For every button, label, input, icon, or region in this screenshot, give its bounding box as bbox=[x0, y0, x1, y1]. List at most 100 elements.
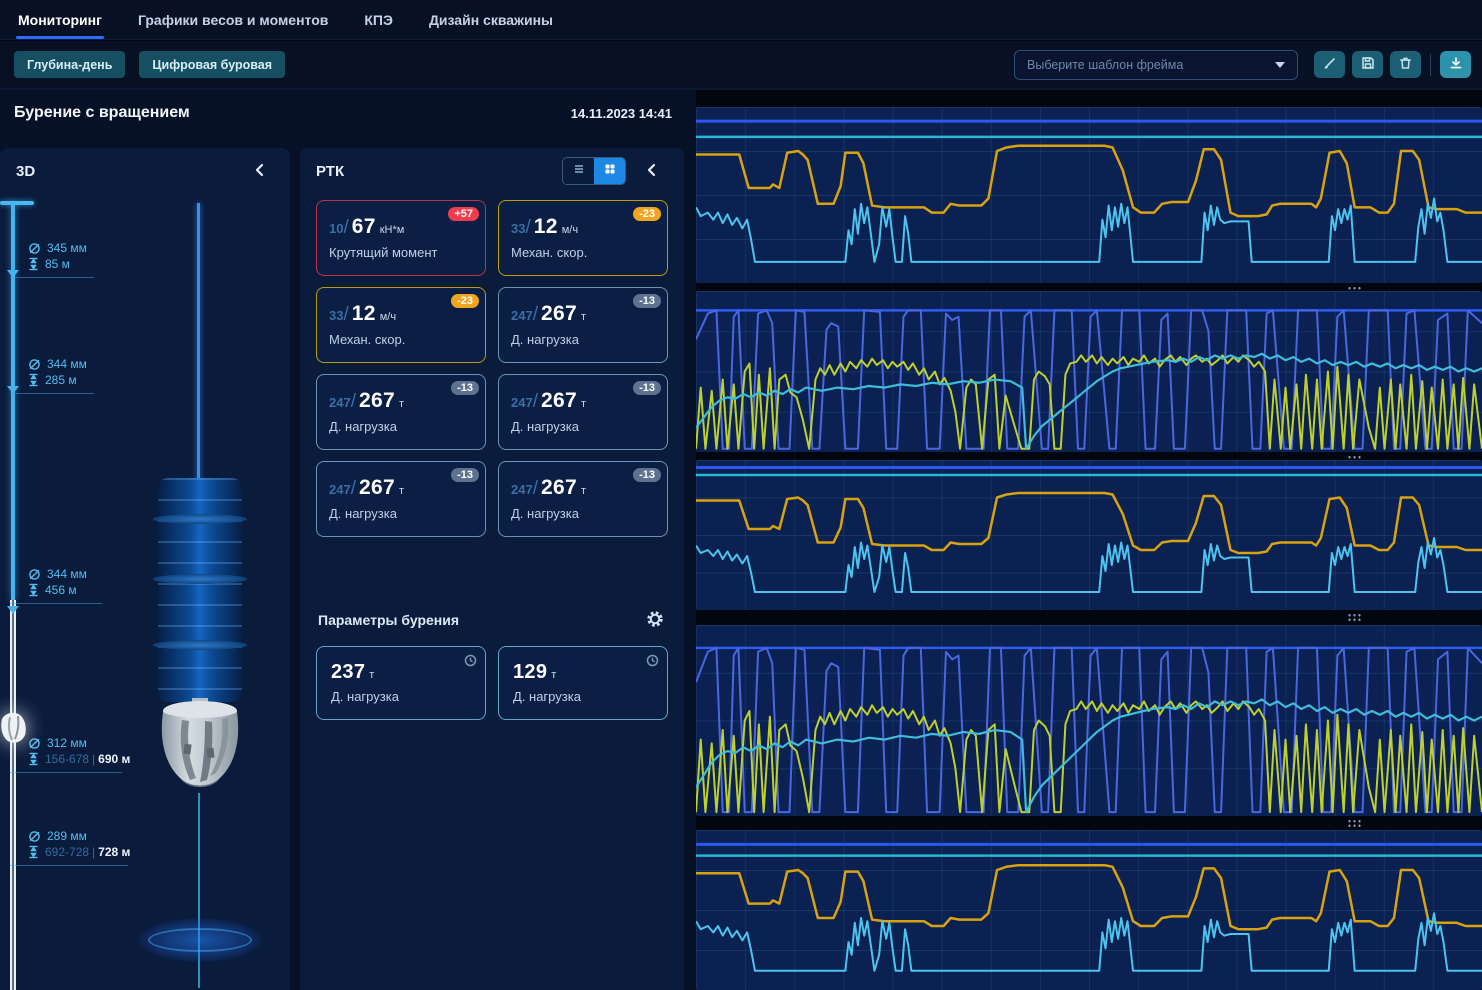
card-label: Д. нагрузка bbox=[329, 506, 397, 521]
pipe-joint bbox=[153, 574, 247, 584]
clock-icon bbox=[646, 654, 659, 672]
segment-diameter: 289 мм bbox=[47, 829, 87, 843]
deviation-badge: -13 bbox=[451, 468, 479, 482]
setpoint-value: 247 bbox=[329, 482, 351, 497]
unit: т bbox=[369, 669, 375, 681]
card-label: Д. нагрузка bbox=[513, 689, 581, 704]
well-3d-title: 3D bbox=[16, 163, 36, 180]
bit-depth-marker bbox=[0, 711, 28, 745]
actual-value: 267 bbox=[540, 389, 577, 412]
top-nav: Мониторинг Графики весов и моментов КПЭ … bbox=[0, 0, 1482, 40]
well-segment-label: 345 мм 85 м bbox=[10, 240, 94, 278]
setpoint-value: 247 bbox=[511, 395, 533, 410]
unit: м/ч bbox=[561, 224, 579, 236]
deviation-badge: -13 bbox=[633, 381, 661, 395]
actual-value: 267 bbox=[358, 389, 395, 412]
param-card[interactable]: 129 т Д. нагрузка bbox=[498, 646, 668, 720]
segment-depth: 85 м bbox=[45, 257, 70, 271]
setpoint-value: 33 bbox=[329, 308, 344, 323]
unit: т bbox=[551, 669, 557, 681]
well-3d-panel: 3D 345 мм 85 м 344 мм 285 м 344 мм 456 м 312 м… bbox=[0, 148, 290, 990]
rtk-card[interactable]: -13 247/267 т Д. нагрузка bbox=[498, 287, 668, 363]
grid-view-button[interactable] bbox=[594, 158, 625, 184]
list-view-button[interactable] bbox=[563, 158, 594, 184]
rtk-card[interactable]: -13 247/267 т Д. нагрузка bbox=[316, 461, 486, 537]
strip-drag-handle[interactable] bbox=[1347, 613, 1362, 622]
wellhead-cap bbox=[0, 201, 34, 205]
param-card[interactable]: 237 т Д. нагрузка bbox=[316, 646, 486, 720]
collapse-rtk-button[interactable] bbox=[644, 162, 660, 178]
download-button[interactable] bbox=[1440, 51, 1471, 78]
setpoint-value: 247 bbox=[511, 482, 533, 497]
unit: м/ч bbox=[379, 311, 397, 323]
unit: т bbox=[580, 311, 586, 323]
frame-template-select[interactable]: Выберите шаблон фрейма bbox=[1014, 49, 1298, 80]
collapse-3d-button[interactable] bbox=[252, 162, 268, 178]
well-3d-header: 3D bbox=[0, 148, 290, 192]
digital-rig-button[interactable]: Цифровая буровая bbox=[139, 51, 286, 78]
chart-strip-1[interactable] bbox=[696, 107, 1482, 283]
unit: т bbox=[398, 398, 404, 410]
deviation-badge: -23 bbox=[451, 294, 479, 308]
actual-value: 12 bbox=[533, 215, 558, 238]
download-icon bbox=[1449, 56, 1463, 73]
chart-strip-2[interactable] bbox=[696, 291, 1482, 452]
depth-day-button[interactable]: Глубина-день bbox=[14, 51, 126, 78]
chevron-left-icon bbox=[252, 163, 268, 182]
setpoint-value: 247 bbox=[329, 395, 351, 410]
rtk-card[interactable]: +57 10/67 кН*м Крутящий момент bbox=[316, 200, 486, 276]
chart-strip-3[interactable] bbox=[696, 460, 1482, 610]
segment-interval: 156-678 bbox=[45, 752, 90, 766]
segment-diameter: 344 мм bbox=[47, 567, 87, 581]
segment-depth: 728 м bbox=[98, 845, 131, 859]
trash-icon bbox=[1399, 56, 1412, 73]
actual-value: 67 bbox=[351, 215, 376, 238]
delete-button[interactable] bbox=[1390, 51, 1421, 78]
list-icon bbox=[573, 162, 585, 180]
grid-icon bbox=[604, 162, 616, 180]
tab-kpi[interactable]: КПЭ bbox=[362, 0, 395, 39]
rtk-card[interactable]: -13 247/267 т Д. нагрузка bbox=[316, 374, 486, 450]
pipe-joint bbox=[153, 514, 247, 524]
unit: т bbox=[580, 485, 586, 497]
actual-value: 12 bbox=[351, 302, 376, 325]
chevron-down-icon bbox=[1275, 61, 1285, 68]
actual-value: 267 bbox=[540, 476, 577, 499]
rtk-header: РТК bbox=[300, 148, 684, 192]
deviation-badge: -13 bbox=[633, 294, 661, 308]
chart-strip-4[interactable] bbox=[696, 625, 1482, 816]
tab-weights-moments[interactable]: Графики весов и моментов bbox=[136, 0, 330, 39]
unit: кН*м bbox=[379, 224, 405, 236]
segment-depth: 456 м bbox=[45, 583, 77, 597]
rtk-card[interactable]: -23 33/12 м/ч Механ. скор. bbox=[316, 287, 486, 363]
edit-button[interactable] bbox=[1314, 51, 1345, 78]
rtk-card[interactable]: -13 247/267 т Д. нагрузка bbox=[498, 374, 668, 450]
card-label: Механ. скор. bbox=[511, 245, 588, 260]
chart-strip-5[interactable] bbox=[696, 830, 1482, 990]
actual-value: 267 bbox=[358, 476, 395, 499]
clock-icon bbox=[464, 654, 477, 672]
card-label: Механ. скор. bbox=[329, 332, 406, 347]
casing-track bbox=[11, 203, 15, 600]
strip-drag-handle[interactable] bbox=[1347, 819, 1362, 828]
tab-monitoring[interactable]: Мониторинг bbox=[16, 0, 104, 39]
well-segment-label: 289 мм 692-728 | 728 м bbox=[10, 828, 131, 866]
segment-diameter: 345 мм bbox=[47, 241, 87, 255]
deviation-badge: -13 bbox=[633, 468, 661, 482]
well-segment-label: 312 мм 156-678 | 690 м bbox=[10, 735, 131, 773]
page-title: Бурение с вращением bbox=[14, 104, 190, 121]
save-button[interactable] bbox=[1352, 51, 1383, 78]
unit: т bbox=[398, 485, 404, 497]
tab-well-design[interactable]: Дизайн скважины bbox=[427, 0, 555, 39]
rtk-card[interactable]: -23 33/12 м/ч Механ. скор. bbox=[498, 200, 668, 276]
card-label: Д. нагрузка bbox=[511, 419, 579, 434]
floppy-icon bbox=[1361, 56, 1375, 73]
segment-depth: 690 м bbox=[98, 752, 131, 766]
rtk-card[interactable]: -13 247/267 т Д. нагрузка bbox=[498, 461, 668, 537]
settings-button[interactable] bbox=[646, 610, 664, 628]
param-value: 129 bbox=[513, 661, 548, 683]
gear-icon bbox=[646, 611, 664, 632]
toolbar-divider bbox=[1430, 53, 1431, 76]
well-segment-label: 344 мм 456 м bbox=[10, 566, 102, 604]
drill-bit-3d bbox=[150, 698, 250, 796]
